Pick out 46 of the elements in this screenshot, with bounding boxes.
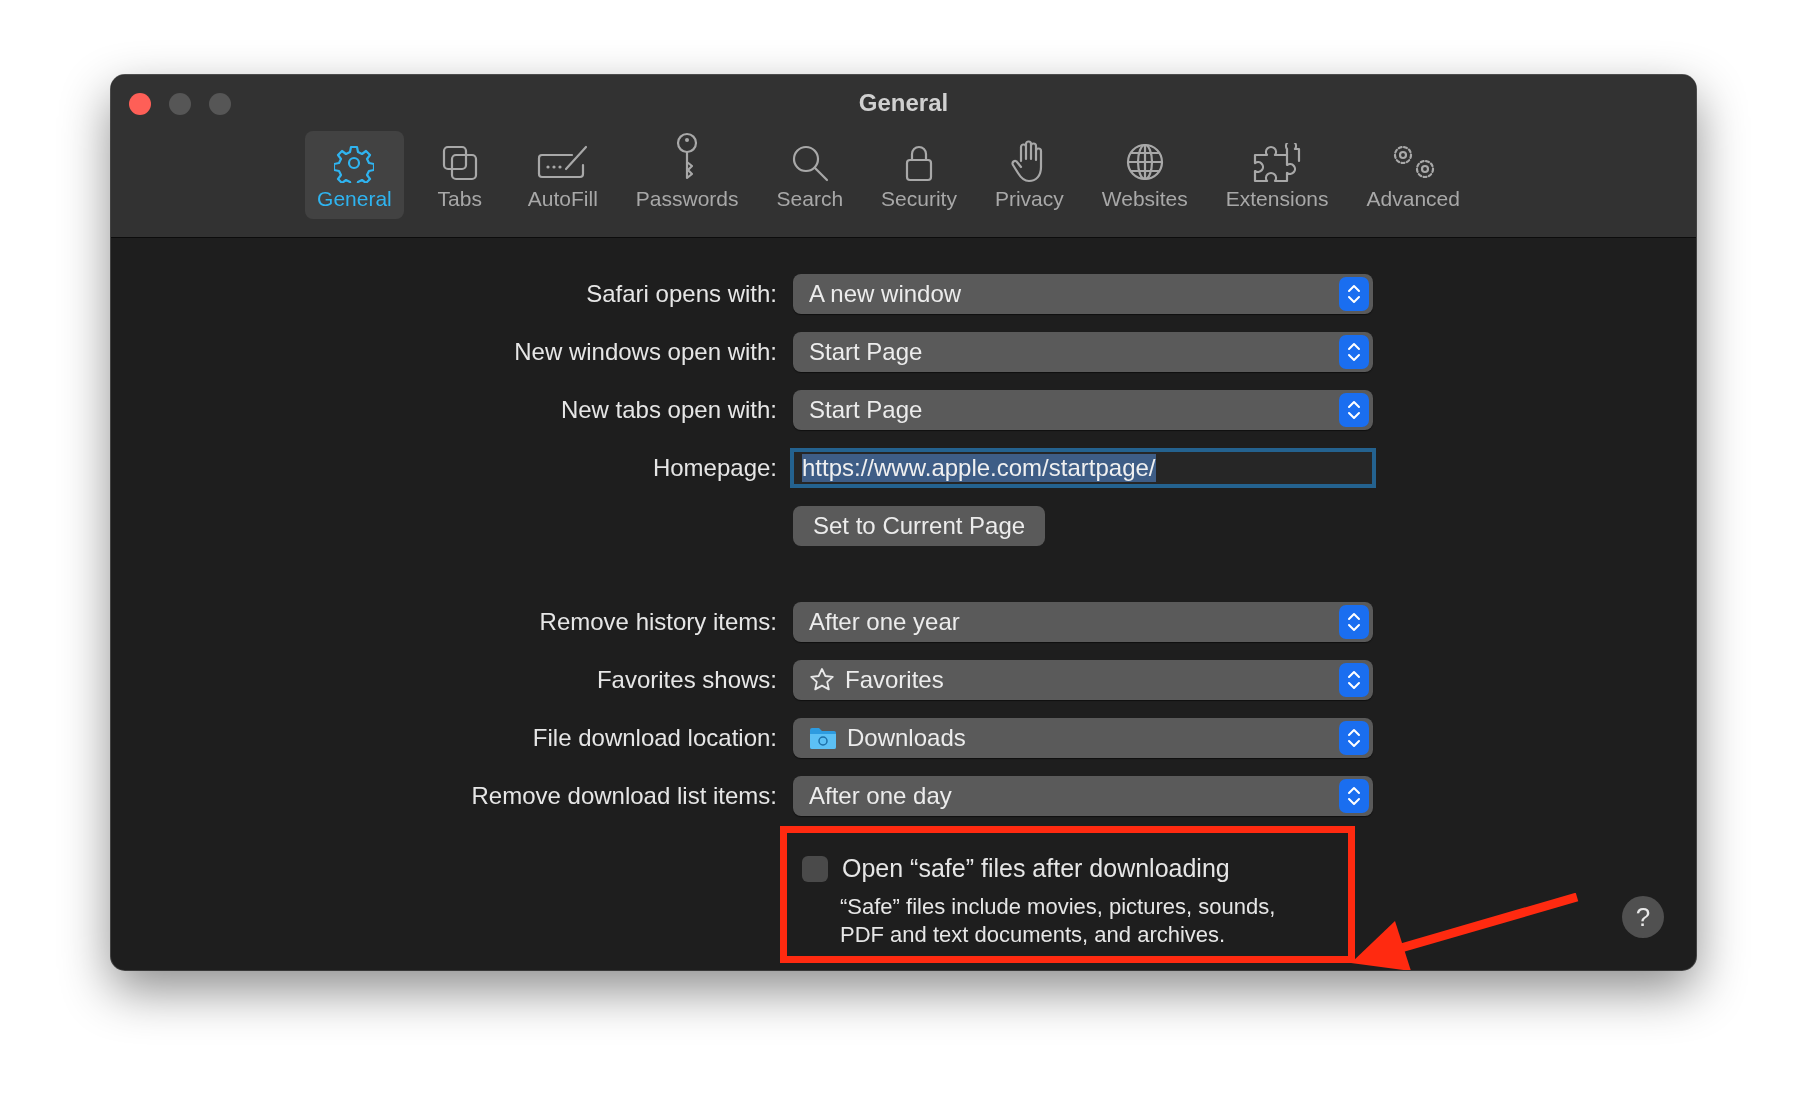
setting-label: Remove history items: bbox=[539, 608, 777, 635]
toolbar-tab[interactable]: Extensions bbox=[1213, 131, 1341, 219]
setting-label: Homepage: bbox=[652, 454, 777, 481]
help-text: “Safe” files include movies, pictures, sounds, PDF and text documents, and archives. bbox=[840, 893, 1277, 949]
close-button[interactable] bbox=[129, 93, 151, 115]
chevrons-icon bbox=[1339, 779, 1369, 813]
dropdown[interactable]: After one year bbox=[793, 602, 1373, 642]
set-current-page-button[interactable]: Set to Current Page bbox=[793, 506, 1046, 546]
window-title: General bbox=[858, 89, 949, 117]
toolbar-tab[interactable]: General bbox=[305, 131, 404, 219]
chevrons-icon bbox=[1339, 721, 1369, 755]
homepage-field[interactable]: https://www.apple.com/startpage/ bbox=[790, 448, 1376, 488]
toolbar-tab[interactable]: Privacy bbox=[982, 131, 1076, 219]
chevrons-icon bbox=[1339, 663, 1369, 697]
toolbar-tab[interactable]: Advanced bbox=[1354, 131, 1472, 219]
dropdown[interactable]: Favorites bbox=[793, 660, 1373, 700]
toolbar-tab[interactable]: Search bbox=[764, 131, 856, 219]
chevrons-icon bbox=[1339, 393, 1369, 427]
setting-label: File download location: bbox=[532, 724, 777, 751]
setting-label: New tabs open with: bbox=[560, 396, 777, 423]
setting-label: Remove download list items: bbox=[471, 782, 777, 809]
folder-icon bbox=[809, 726, 837, 750]
chevrons-icon bbox=[1339, 277, 1369, 311]
gear-icon bbox=[334, 143, 375, 183]
setting-label: Favorites shows: bbox=[596, 666, 777, 693]
chevrons-icon bbox=[1339, 605, 1369, 639]
checkbox-label[interactable]: Open “safe” files after downloading bbox=[842, 854, 1230, 883]
dropdown[interactable]: A new window bbox=[793, 274, 1373, 314]
minimize-button[interactable] bbox=[169, 93, 191, 115]
star-icon bbox=[809, 667, 835, 693]
checkbox[interactable] bbox=[802, 855, 828, 882]
toolbar-tab[interactable]: Security bbox=[869, 131, 969, 219]
dropdown[interactable]: Downloads bbox=[793, 718, 1373, 758]
setting-label: Safari opens with: bbox=[586, 280, 777, 307]
chevrons-icon bbox=[1339, 335, 1369, 369]
setting-label: New windows open with: bbox=[514, 338, 777, 365]
dropdown[interactable]: Start Page bbox=[793, 332, 1373, 372]
toolbar-tab[interactable]: Tabs bbox=[417, 131, 502, 219]
zoom-button[interactable] bbox=[209, 93, 231, 115]
toolbar-tab[interactable]: Passwords bbox=[623, 131, 751, 219]
dropdown[interactable]: Start Page bbox=[793, 390, 1373, 430]
help-button[interactable]: ? bbox=[1622, 896, 1664, 938]
padlock-icon bbox=[903, 143, 935, 183]
toolbar-tab[interactable]: Websites bbox=[1089, 131, 1200, 219]
toolbar-tab[interactable]: AutoFill bbox=[515, 131, 610, 219]
dropdown[interactable]: After one day bbox=[793, 776, 1373, 816]
